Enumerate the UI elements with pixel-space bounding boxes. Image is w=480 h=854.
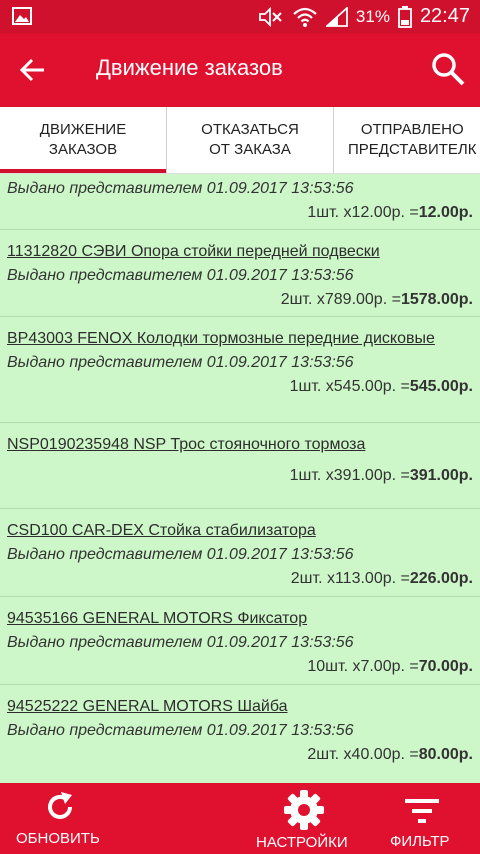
item-name[interactable]: 94535166 GENERAL MOTORS Фиксатор — [7, 597, 473, 629]
item-total: 2шт. x789.00р. =1578.00р. — [280, 291, 473, 308]
item-total: 10шт. x7.00р. =70.00р. — [307, 658, 473, 675]
item-name[interactable]: CSD100 CAR-DEX Стойка стабилизатора — [7, 509, 473, 541]
item-total: 2шт. x113.00р. =226.00р. — [290, 570, 473, 587]
list-item[interactable]: Выдано представителем 01.09.2017 13:53:5… — [0, 174, 480, 230]
item-name[interactable]: BP43003 FENOX Колодки тормозные передние… — [7, 317, 473, 349]
wifi-icon — [293, 7, 317, 27]
refresh-label: ОБНОВИТЬ — [16, 830, 100, 847]
filter-button[interactable]: ФИЛЬТР — [382, 783, 480, 854]
status-bar: 31% 22:47 — [0, 0, 480, 33]
item-status: Выдано представителем 01.09.2017 13:53:5… — [7, 634, 354, 651]
item-total: 1шт. x12.00р. =12.00р. — [307, 204, 473, 221]
item-status: Выдано представителем 01.09.2017 13:53:5… — [7, 267, 354, 284]
back-arrow-icon[interactable] — [18, 55, 48, 85]
page-title: Движение заказов — [96, 55, 283, 80]
item-status: Выдано представителем 01.09.2017 13:53:5… — [7, 180, 354, 197]
list-item[interactable]: BP43003 FENOX Колодки тормозные передние… — [0, 317, 480, 423]
tab-sent-to-representative[interactable]: ОТПРАВЛЕНО ПРЕДСТАВИТЕЛК — [334, 107, 480, 173]
item-name[interactable]: 94525222 GENERAL MOTORS Шайба — [7, 685, 473, 717]
item-status: Выдано представителем 01.09.2017 13:53:5… — [7, 354, 354, 371]
battery-percent: 31% — [355, 6, 390, 26]
item-name[interactable]: NSP0190235948 NSP Трос стояночного тормо… — [7, 423, 473, 455]
list-item[interactable]: 94535166 GENERAL MOTORS Фиксатор Выдано … — [0, 597, 480, 685]
filter-label: ФИЛЬТР — [390, 833, 450, 850]
tab-bar: ДВИЖЕНИЕ ЗАКАЗОВ ОТКАЗАТЬСЯ ОТ ЗАКАЗА ОТ… — [0, 107, 480, 174]
list-item[interactable]: NSP0190235948 NSP Трос стояночного тормо… — [0, 423, 480, 509]
settings-button[interactable]: НАСТРОЙКИ — [250, 783, 360, 854]
battery-icon — [398, 5, 412, 28]
clock: 22:47 — [419, 5, 470, 27]
item-total: 1шт. x391.00р. =391.00р. — [289, 467, 473, 484]
item-status: Выдано представителем 01.09.2017 13:53:5… — [7, 546, 354, 563]
list-item[interactable]: CSD100 CAR-DEX Стойка стабилизатора Выда… — [0, 509, 480, 597]
mute-icon — [259, 6, 282, 27]
refresh-icon — [48, 792, 72, 819]
order-list[interactable]: Выдано представителем 01.09.2017 13:53:5… — [0, 174, 480, 783]
signal-icon — [325, 6, 348, 27]
gallery-icon — [12, 7, 32, 25]
refresh-button[interactable]: ОБНОВИТЬ — [0, 783, 120, 854]
item-total: 2шт. x40.00р. =80.00р. — [307, 746, 473, 763]
app-bar: Движение заказов — [0, 33, 480, 107]
tab-cancel-order[interactable]: ОТКАЗАТЬСЯ ОТ ЗАКАЗА — [167, 107, 334, 173]
filter-icon — [405, 799, 439, 823]
item-total: 1шт. x545.00р. =545.00р. — [289, 378, 473, 395]
bottom-bar: ОБНОВИТЬ НАСТРОЙКИ ФИЛЬТР — [0, 783, 480, 854]
tab-order-movement[interactable]: ДВИЖЕНИЕ ЗАКАЗОВ — [0, 107, 167, 173]
gear-icon — [284, 790, 324, 830]
item-name[interactable]: 11312820 СЭВИ Опора стойки передней подв… — [7, 230, 473, 262]
list-item[interactable]: 94525222 GENERAL MOTORS Шайба Выдано пре… — [0, 685, 480, 783]
list-item[interactable]: 11312820 СЭВИ Опора стойки передней подв… — [0, 230, 480, 317]
search-icon[interactable] — [430, 51, 466, 87]
settings-label: НАСТРОЙКИ — [256, 834, 348, 851]
item-status: Выдано представителем 01.09.2017 13:53:5… — [7, 722, 354, 739]
